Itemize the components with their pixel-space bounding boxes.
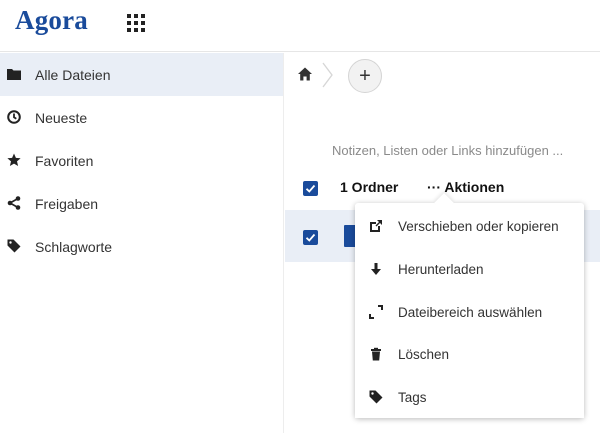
share-icon: [7, 196, 21, 210]
row-checkbox[interactable]: [303, 230, 318, 245]
clock-icon: [7, 110, 21, 124]
sidebar-item-all-files[interactable]: Alle Dateien: [0, 53, 283, 96]
checkmark-icon: [305, 233, 316, 242]
sidebar-item-favorites[interactable]: Favoriten: [0, 139, 283, 182]
menu-item-move-copy[interactable]: Verschieben oder kopieren: [355, 205, 584, 247]
menu-item-label: Herunterladen: [398, 261, 484, 277]
menu-item-label: Tags: [398, 389, 427, 405]
app-logo[interactable]: Agora: [15, 5, 88, 36]
external-link-icon: [369, 219, 383, 233]
sidebar-item-recent[interactable]: Neueste: [0, 96, 283, 139]
menu-item-delete[interactable]: Löschen: [355, 333, 584, 375]
sidebar: Alle Dateien Neueste Favoriten Freigaben…: [0, 53, 284, 433]
checkmark-icon: [305, 184, 316, 193]
menu-item-tags[interactable]: Tags: [355, 376, 584, 418]
actions-dropdown-menu: Verschieben oder kopieren Herunterladen …: [355, 193, 584, 418]
top-header: Agora: [0, 0, 600, 52]
star-icon: [7, 153, 21, 167]
tag-icon: [7, 239, 21, 253]
menu-item-label: Dateibereich auswählen: [398, 304, 543, 320]
sidebar-item-label: Schlagworte: [35, 238, 113, 255]
menu-item-download[interactable]: Herunterladen: [355, 248, 584, 290]
trash-icon: [369, 347, 383, 361]
select-all-checkbox[interactable]: [303, 181, 318, 196]
menu-item-label: Löschen: [398, 346, 450, 362]
actions-menu-button[interactable]: ··· Aktionen: [427, 179, 504, 195]
menu-item-label: Verschieben oder kopieren: [398, 218, 559, 234]
sidebar-item-label: Alle Dateien: [35, 66, 111, 83]
menu-item-select-range[interactable]: Dateibereich auswählen: [355, 291, 584, 333]
select-range-icon: [369, 305, 383, 319]
breadcrumb-separator-icon: [321, 61, 335, 89]
apps-grid-icon[interactable]: [127, 14, 145, 32]
tag-icon: [369, 390, 383, 404]
selection-count: 1 Ordner: [340, 179, 399, 195]
sidebar-item-label: Freigaben: [35, 195, 99, 212]
sidebar-item-shares[interactable]: Freigaben: [0, 182, 283, 225]
sidebar-item-label: Neueste: [35, 109, 88, 126]
sidebar-item-tags[interactable]: Schlagworte: [0, 225, 283, 268]
add-new-button[interactable]: +: [348, 59, 382, 93]
notes-placeholder[interactable]: Notizen, Listen oder Links hinzufügen ..…: [332, 143, 563, 158]
home-icon[interactable]: [297, 66, 313, 82]
sidebar-item-label: Favoriten: [35, 152, 94, 169]
folder-icon: [7, 67, 21, 81]
download-icon: [369, 262, 383, 276]
